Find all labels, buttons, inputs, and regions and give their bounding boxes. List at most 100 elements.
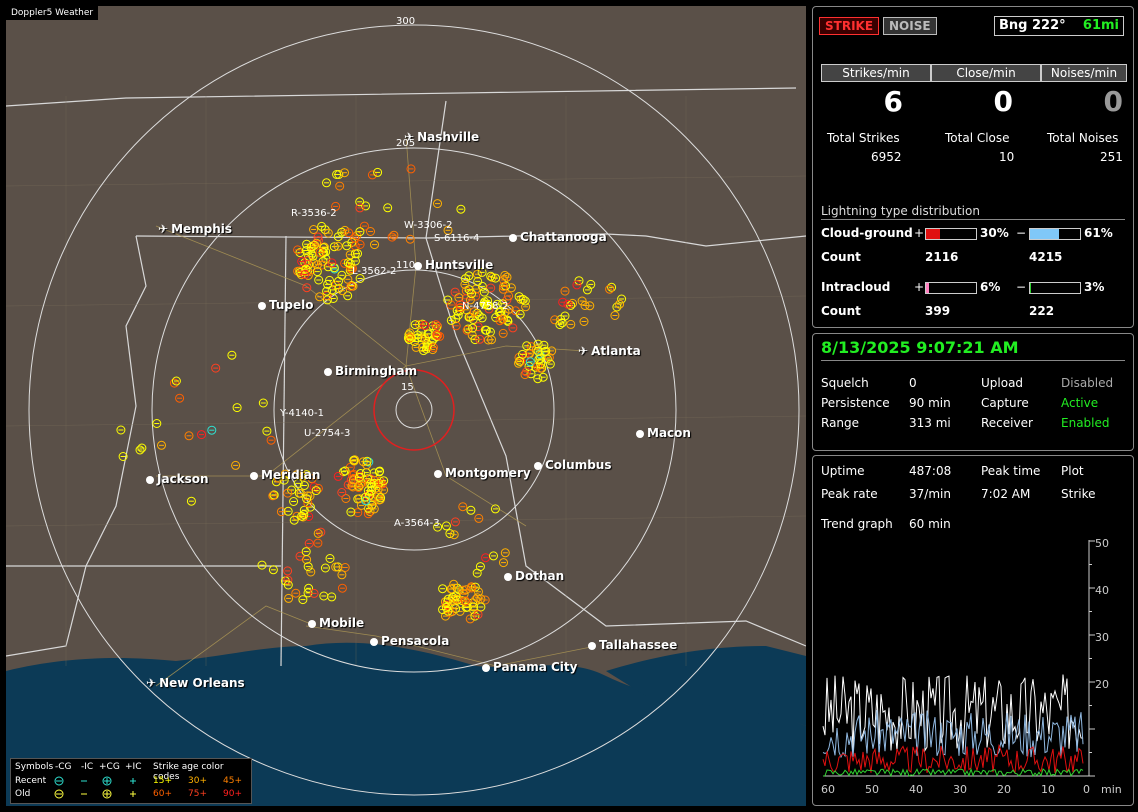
airport-icon: ✈ — [158, 222, 169, 236]
x-tick-20: 20 — [997, 783, 1011, 796]
squelch-value[interactable]: 0 — [909, 376, 917, 390]
x-tick-10: 10 — [1041, 783, 1055, 796]
city-name: Columbus — [545, 458, 612, 472]
cg-minus-sign: − — [1016, 226, 1027, 240]
plot-value[interactable]: Strike — [1061, 487, 1096, 501]
receiver-value[interactable]: Enabled — [1061, 416, 1110, 430]
city-name: Nashville — [417, 130, 480, 144]
y-tick-40: 40 — [1095, 584, 1109, 597]
city-name: Macon — [647, 426, 691, 440]
station-label: W-3306-2 — [404, 220, 453, 231]
city-dot-icon — [509, 233, 517, 242]
receiver-label: Receiver — [981, 416, 1033, 430]
city-label: Mobile — [308, 616, 364, 630]
legend-age-45: 45+ — [223, 776, 242, 786]
city-name: Meridian — [261, 468, 321, 482]
legend-recent-label: Recent — [15, 776, 47, 786]
legend-age-75: 75+ — [188, 789, 207, 799]
persistence-value[interactable]: 90 min — [909, 396, 951, 410]
trend-panel: Uptime 487:08 Peak time Plot Peak rate 3… — [812, 455, 1134, 806]
legend-age-60: 60+ — [153, 789, 172, 799]
city-label: Panama City — [482, 660, 577, 674]
city-dot-icon — [250, 471, 258, 480]
noises-per-min-value: 0 — [1103, 85, 1123, 118]
city-label: Meridian — [250, 468, 320, 482]
legend-age-90: 90+ — [223, 789, 242, 799]
total-close-value: 10 — [999, 150, 1015, 164]
uptime-value: 487:08 — [909, 464, 952, 478]
cg-positive-count: 2116 — [925, 250, 959, 264]
city-dot-icon — [434, 469, 442, 478]
city-dot-icon — [414, 261, 422, 270]
trend-graph: 50 40 30 20 60 50 40 30 20 10 0 min — [821, 537, 1122, 796]
city-name: Tupelo — [269, 298, 314, 312]
cloud-ground-label: Cloud-ground — [821, 226, 913, 240]
capture-value[interactable]: Active — [1061, 396, 1098, 410]
range-ring-label: 15 — [401, 382, 414, 393]
city-name: Huntsville — [425, 258, 494, 272]
close-per-min-value: 0 — [993, 85, 1013, 118]
squelch-label: Squelch — [821, 376, 869, 390]
range-ring-label: 205 — [396, 138, 416, 149]
city-label: Montgomery — [434, 466, 531, 480]
station-label: R-3536-2 — [291, 208, 337, 219]
city-name: Panama City — [493, 660, 578, 674]
airport-icon: ✈ — [146, 676, 157, 690]
lightning-map[interactable]: ✈ Nashville ✈ Memphis Chattanooga Huntsville T… — [6, 6, 806, 806]
ic-plus-sign: + — [914, 280, 925, 294]
legend-type-pos-ic: +IC — [125, 762, 142, 772]
persistence-label: Persistence — [821, 396, 890, 410]
y-tick-50: 50 — [1095, 537, 1109, 550]
upload-label: Upload — [981, 376, 1024, 390]
range-label: Range — [821, 416, 860, 430]
city-label: Macon — [636, 426, 691, 440]
noise-button[interactable]: NOISE — [883, 17, 937, 35]
strike-button[interactable]: STRIKE — [819, 17, 880, 35]
legend-type-neg-cg: -CG — [55, 762, 72, 772]
upload-value[interactable]: Disabled — [1061, 376, 1113, 390]
city-dot-icon — [146, 475, 154, 484]
station-label: Y-4140-1 — [280, 408, 324, 419]
city-name: Mobile — [319, 616, 365, 630]
trend-graph-range[interactable]: 60 min — [909, 517, 951, 531]
legend-old-label: Old — [15, 789, 31, 799]
x-unit: min — [1101, 783, 1122, 796]
city-label: Tallahassee — [588, 638, 677, 652]
range-value[interactable]: 313 mi — [909, 416, 951, 430]
city-name: Birmingham — [335, 364, 418, 378]
city-name: Montgomery — [445, 466, 531, 480]
peak-rate-label: Peak rate — [821, 487, 878, 501]
legend-age-30: 30+ — [188, 776, 207, 786]
legend-symbols — [54, 776, 136, 799]
bearing-value: Bng 222° — [999, 18, 1066, 33]
cg-plus-sign: + — [914, 226, 925, 240]
bearing-box: Bng 222° 61mi — [994, 16, 1124, 36]
city-label: ✈ Atlanta — [578, 344, 641, 358]
symbol-legend: Symbols -CG -IC +CG +IC Strike age color… — [10, 758, 252, 804]
map-canvas — [6, 24, 806, 806]
city-label: ✈ New Orleans — [146, 676, 245, 690]
uptime-label: Uptime — [821, 464, 865, 478]
ic-positive-count: 399 — [925, 304, 951, 318]
ic-positive-bar — [925, 282, 977, 294]
legend-age-15: 15+ — [153, 776, 172, 786]
city-name: Atlanta — [591, 344, 641, 358]
city-label: Tupelo — [258, 298, 314, 312]
plot-label: Plot — [1061, 464, 1084, 478]
y-tick-30: 30 — [1095, 631, 1109, 644]
total-strikes-value: 6952 — [871, 150, 902, 164]
strikes-per-min-label: Strikes/min — [821, 64, 931, 82]
city-dot-icon — [504, 572, 512, 581]
ic-count-label: Count — [821, 304, 861, 318]
station-label: A-3564-3 — [394, 518, 440, 529]
city-name: Dothan — [515, 569, 565, 583]
x-tick-0: 0 — [1083, 783, 1090, 796]
city-dot-icon — [636, 429, 644, 438]
city-dot-icon — [308, 619, 316, 628]
ic-negative-bar — [1029, 282, 1081, 294]
city-label: ✈ Memphis — [158, 222, 232, 236]
peak-rate-value: 37/min — [909, 487, 951, 501]
total-noises-label: Total Noises — [1047, 131, 1119, 145]
trend-series-line — [822, 743, 1084, 775]
cg-negative-bar — [1029, 228, 1081, 240]
